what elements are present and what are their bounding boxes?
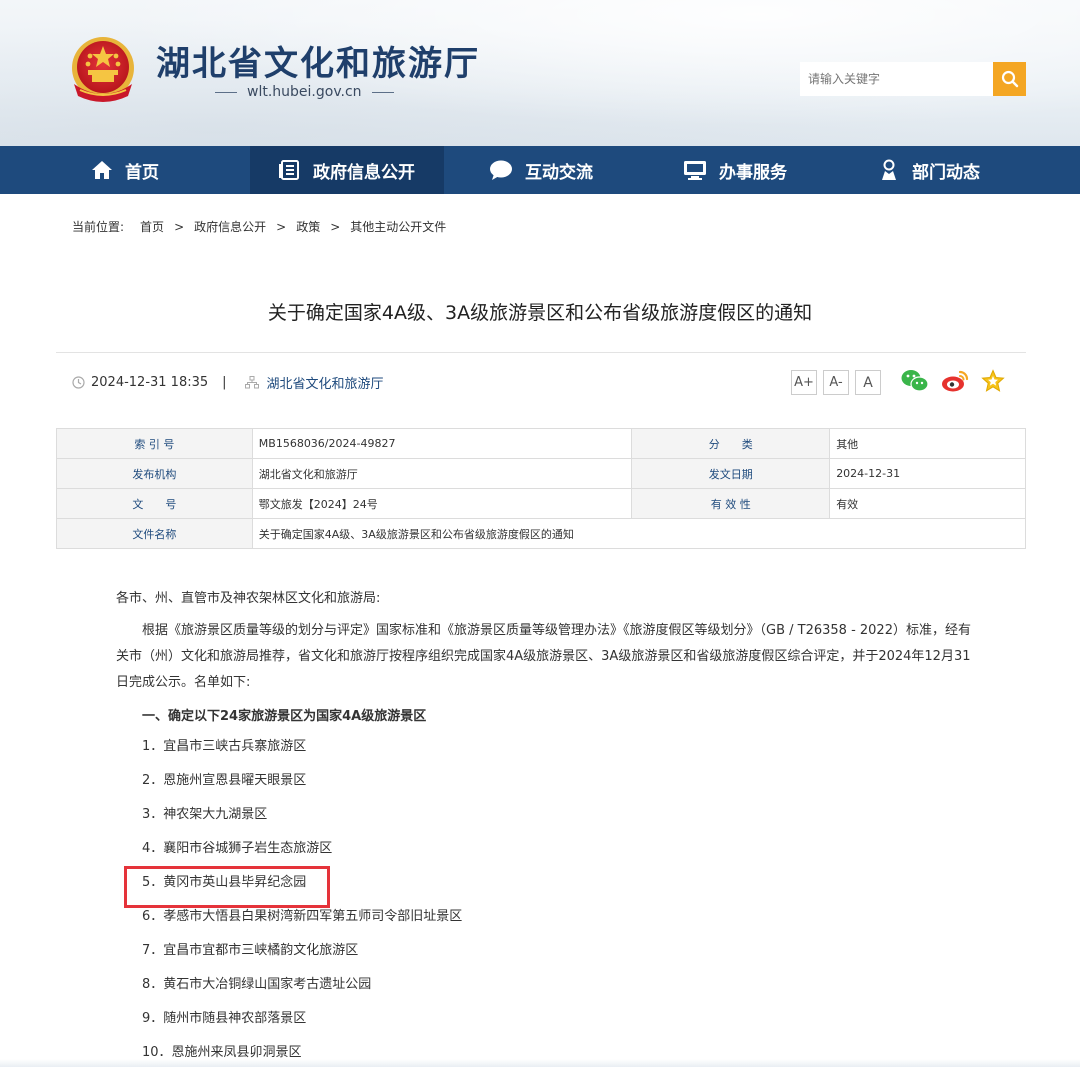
nav-item-label: 办事服务 xyxy=(719,162,787,183)
chat-bubble-icon xyxy=(490,160,512,180)
person-icon xyxy=(882,159,896,180)
nav-item-label: 部门动态 xyxy=(912,162,980,183)
list-item: 1．宜昌市三峡古兵寨旅游区 xyxy=(142,739,307,754)
monitor-icon xyxy=(684,161,706,180)
weibo-icon[interactable] xyxy=(941,369,969,393)
article-paragraph: 根据《旅游景区质量等级的划分与评定》国家标准和《旅游景区质量等级管理办法》《旅游… xyxy=(116,623,971,690)
info-label-validity: 有 效 性 xyxy=(631,488,831,519)
info-label-issue-date: 发文日期 xyxy=(631,458,831,489)
nav-item-label: 首页 xyxy=(125,162,159,183)
info-value-issue-date: 2024-12-31 xyxy=(829,458,1026,489)
nav-item-label: 政府信息公开 xyxy=(313,162,415,183)
site-header: 湖北省文化和旅游厅 wlt.hubei.gov.cn xyxy=(0,0,1080,146)
table-row: 文件名称 关于确定国家4A级、3A级旅游景区和公布省级旅游度假区的通知 xyxy=(56,518,1027,549)
font-reset-label: A xyxy=(863,374,873,391)
url-line-right xyxy=(371,91,394,93)
table-row: 文 号 鄂文旅发【2024】24号 有 效 性 有效 xyxy=(56,488,1026,519)
org-chart-icon xyxy=(244,376,259,389)
nav-item-interaction[interactable]: 互动交流 xyxy=(444,146,638,194)
table-row: 发布机构 湖北省文化和旅游厅 发文日期 2024-12-31 xyxy=(56,458,1026,489)
info-label-publisher: 发布机构 xyxy=(56,458,253,489)
document-info-table: 索 引 号 MB1568036/2024-49827 分 类 其他 发布机构 湖… xyxy=(56,428,1027,549)
publisher-name[interactable]: 湖北省文化和旅游厅 xyxy=(267,373,384,392)
info-value-file-name: 关于确定国家4A级、3A级旅游景区和公布省级旅游度假区的通知 xyxy=(251,518,1027,549)
article-greeting: 各市、州、直管市及神农架林区文化和旅游局: xyxy=(116,591,381,606)
font-decrease-label: A- xyxy=(829,375,843,390)
info-value-doc-number: 鄂文旅发【2024】24号 xyxy=(251,488,633,519)
article-publisher: 湖北省文化和旅游厅 xyxy=(244,373,384,392)
url-line-left xyxy=(215,91,237,93)
bottom-edge xyxy=(0,1059,1080,1067)
list-item: 8．黄石市大冶铜绿山国家考古遗址公园 xyxy=(142,977,372,992)
breadcrumb-separator: > xyxy=(276,219,287,234)
font-size-controls: A+ A- A xyxy=(791,370,881,395)
list-item: 9．随州市随县神农部落景区 xyxy=(142,1011,307,1026)
article-datetime: 2024-12-31 18:35 xyxy=(91,375,209,390)
article-date: 2024-12-31 18:35 xyxy=(72,375,208,390)
document-list-icon xyxy=(279,160,299,180)
info-value-index: MB1568036/2024-49827 xyxy=(251,428,633,459)
breadcrumb-link-other-files[interactable]: 其他主动公开文件 xyxy=(350,218,446,235)
home-icon xyxy=(92,161,112,179)
article-title: 关于确定国家4A级、3A级旅游景区和公布省级旅游度假区的通知 xyxy=(267,302,813,324)
info-value-validity: 有效 xyxy=(829,488,1026,519)
font-reset-button[interactable]: A xyxy=(855,370,881,395)
search-button[interactable] xyxy=(993,62,1026,96)
highlight-box xyxy=(124,866,330,908)
info-label-file-name: 文件名称 xyxy=(56,518,253,549)
nav-item-home[interactable]: 首页 xyxy=(0,146,250,194)
clock-icon xyxy=(72,376,85,389)
nav-item-department-news[interactable]: 部门动态 xyxy=(832,146,1026,194)
search-icon xyxy=(1001,70,1018,88)
breadcrumb-separator: > xyxy=(330,219,341,234)
site-url: wlt.hubei.gov.cn xyxy=(247,84,362,100)
font-increase-label: A+ xyxy=(794,375,814,390)
meta-divider: | xyxy=(222,375,227,390)
main-nav: 首页 政府信息公开 互动交流 办事服务 部门动态 xyxy=(0,146,1080,194)
nav-item-services[interactable]: 办事服务 xyxy=(638,146,832,194)
search-input[interactable] xyxy=(800,62,993,96)
breadcrumb-prefix: 当前位置: xyxy=(72,220,125,234)
breadcrumb-separator: > xyxy=(174,219,185,234)
list-item: 2．恩施州宣恩县曜天眼景区 xyxy=(142,773,307,788)
wechat-icon[interactable] xyxy=(901,369,929,393)
breadcrumb: 当前位置: 首页 > 政府信息公开 > 政策 > 其他主动公开文件 xyxy=(72,218,446,235)
info-label-doc-number: 文 号 xyxy=(56,488,253,519)
breadcrumb-link-gov-info[interactable]: 政府信息公开 xyxy=(194,218,266,235)
article-meta-bar: 2024-12-31 18:35 | 湖北省文化和旅游厅 A+ A- A xyxy=(56,352,1026,412)
favorite-star-icon[interactable] xyxy=(981,369,1005,393)
table-row: 索 引 号 MB1568036/2024-49827 分 类 其他 xyxy=(56,428,1026,459)
nav-item-label: 互动交流 xyxy=(525,162,593,183)
site-url-row: wlt.hubei.gov.cn xyxy=(215,84,394,100)
nav-item-gov-info[interactable]: 政府信息公开 xyxy=(250,146,444,194)
info-value-publisher: 湖北省文化和旅游厅 xyxy=(251,458,633,489)
font-increase-button[interactable]: A+ xyxy=(791,370,817,395)
info-label-category: 分 类 xyxy=(631,428,831,459)
info-label-index: 索 引 号 xyxy=(56,428,253,459)
section-heading: 一、确定以下24家旅游景区为国家4A级旅游景区 xyxy=(142,709,427,724)
article-body: 各市、州、直管市及神农架林区文化和旅游局: 根据《旅游景区质量等级的划分与评定》… xyxy=(116,586,976,1067)
breadcrumb-link-home[interactable]: 首页 xyxy=(140,218,164,235)
breadcrumb-link-policy[interactable]: 政策 xyxy=(296,218,320,235)
national-emblem-icon[interactable] xyxy=(68,34,138,106)
search-box xyxy=(800,62,1026,96)
site-title[interactable]: 湖北省文化和旅游厅 xyxy=(156,36,480,85)
list-item: 3．神农架大九湖景区 xyxy=(142,807,268,822)
list-item: 7．宜昌市宜都市三峡橘韵文化旅游区 xyxy=(142,943,359,958)
share-buttons xyxy=(901,369,1005,393)
font-decrease-button[interactable]: A- xyxy=(823,370,849,395)
list-item: 4．襄阳市谷城狮子岩生态旅游区 xyxy=(142,841,333,856)
info-value-category: 其他 xyxy=(829,428,1026,459)
